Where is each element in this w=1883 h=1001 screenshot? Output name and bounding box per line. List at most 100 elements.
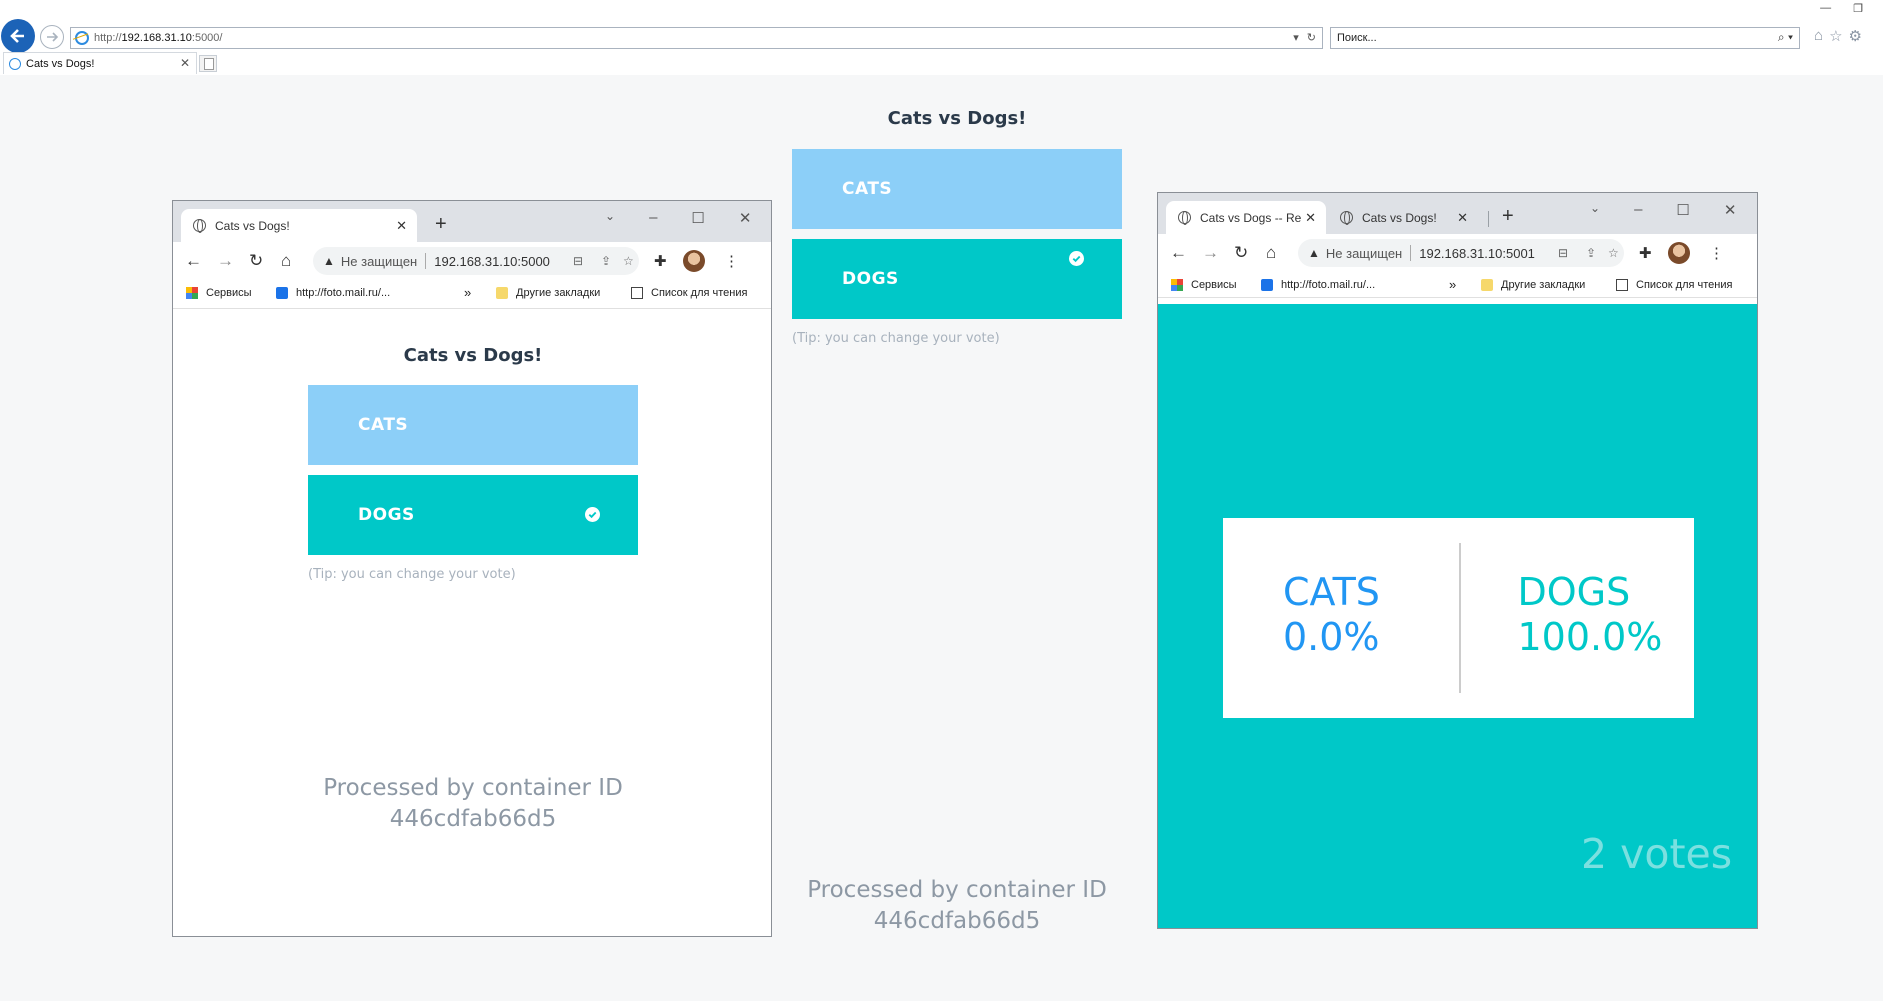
translate-icon[interactable]: ⊟ xyxy=(573,254,583,268)
chrome-tab[interactable]: Cats vs Dogs! ✕ xyxy=(181,209,417,242)
omnibox-url: 192.168.31.10:5000 xyxy=(434,253,550,269)
minimize-icon[interactable]: — xyxy=(1820,2,1831,15)
extensions-puzzle-icon[interactable]: ✚ xyxy=(1639,244,1652,262)
left-browser-screenshot: Cats vs Dogs! ✕ + ⌄ – ☐ ✕ ← → ↻ ⌂ ▲ Не з… xyxy=(172,200,772,937)
tip-text: (Tip: you can change your vote) xyxy=(792,331,1000,346)
avatar[interactable] xyxy=(683,250,705,272)
chrome-tab-title: Cats vs Dogs! xyxy=(215,218,290,233)
forward-button[interactable] xyxy=(40,25,64,49)
menu-kebab-icon[interactable]: ⋮ xyxy=(1709,244,1724,262)
chrome-omnibox[interactable]: ▲ Не защищен 192.168.31.10:5000 ⊟ ⇪ ☆ xyxy=(313,247,639,275)
globe-icon xyxy=(1340,211,1353,225)
result-divider xyxy=(1458,543,1461,693)
close-icon[interactable]: ✕ xyxy=(1305,210,1316,226)
ie-address-bar[interactable]: http://192.168.31.10:5000/ ▾ ↻ xyxy=(70,27,1323,49)
processed-line-1: Processed by container ID xyxy=(323,775,623,801)
bookmark-label: Другие закладки xyxy=(516,287,601,299)
chevron-down-icon[interactable]: ⌄ xyxy=(1590,201,1600,219)
favorites-icon[interactable]: ☆ xyxy=(1829,27,1842,45)
vote-dogs-button[interactable]: DOGS xyxy=(308,475,638,555)
url-host: 192.168.31.10 xyxy=(121,32,192,44)
vote-cats-button[interactable]: CATS xyxy=(308,385,638,465)
not-secure-label: Не защищен xyxy=(1325,245,1403,261)
new-tab-icon[interactable]: + xyxy=(435,213,447,236)
chrome-window-controls: ⌄ – ☐ ✕ xyxy=(1590,201,1736,219)
omnibox-separator xyxy=(1410,245,1412,261)
vote-cats-button[interactable]: CATS xyxy=(792,149,1122,229)
container-id: 446cdfab66d5 xyxy=(873,908,1041,935)
dogs-result-label: DOGS xyxy=(1517,570,1631,614)
omnibox-separator xyxy=(425,253,427,269)
home-icon[interactable]: ⌂ xyxy=(1266,243,1276,263)
bookmarks-more[interactable]: » xyxy=(1449,277,1456,292)
bookmark-reading-list[interactable]: Список для чтения xyxy=(631,287,747,299)
refresh-icon[interactable]: ↻ xyxy=(1307,31,1316,44)
menu-kebab-icon[interactable]: ⋮ xyxy=(724,252,739,270)
cats-result: CATS 0.0% xyxy=(1223,518,1460,718)
reload-icon[interactable]: ↻ xyxy=(1234,243,1248,263)
url-rest: :5000/ xyxy=(191,32,223,44)
back-arrow-icon[interactable]: ← xyxy=(185,251,202,271)
globe-icon xyxy=(193,219,206,233)
dogs-label: DOGS xyxy=(842,269,899,289)
restore-icon[interactable]: ❐ xyxy=(1853,2,1863,15)
cats-result-label: CATS xyxy=(1283,570,1380,614)
translate-icon[interactable]: ⊟ xyxy=(1558,246,1568,260)
bookmark-label: http://foto.mail.ru/... xyxy=(1281,279,1376,291)
page-title: Cats vs Dogs! xyxy=(887,108,1027,129)
bookmark-mail[interactable]: http://foto.mail.ru/... xyxy=(1261,279,1375,291)
forward-arrow-icon[interactable]: → xyxy=(1202,243,1219,263)
new-tab-icon[interactable]: + xyxy=(1502,205,1514,228)
bookmark-other[interactable]: Другие закладки xyxy=(496,287,600,299)
bookmark-reading-list[interactable]: Список для чтения xyxy=(1616,279,1732,291)
bookmark-star-icon[interactable]: ☆ xyxy=(1608,246,1619,260)
check-circle-icon xyxy=(1069,251,1084,266)
home-icon[interactable]: ⌂ xyxy=(281,251,291,271)
vote-dogs-button[interactable]: DOGS xyxy=(792,239,1122,319)
close-window-icon[interactable]: ✕ xyxy=(739,209,752,227)
dropdown-icon[interactable]: ▾ xyxy=(1293,31,1299,44)
search-placeholder: Поиск... xyxy=(1337,32,1377,44)
back-arrow-icon[interactable]: ← xyxy=(1170,243,1187,263)
chevron-down-icon[interactable]: ⌄ xyxy=(605,209,615,227)
forward-arrow-icon xyxy=(47,32,59,42)
bookmark-mail[interactable]: http://foto.mail.ru/... xyxy=(276,287,390,299)
ie-window-chrome: http://192.168.31.10:5000/ ▾ ↻ Поиск... … xyxy=(0,0,1883,75)
bookmark-label: http://foto.mail.ru/... xyxy=(296,287,391,299)
minimize-icon[interactable]: – xyxy=(649,209,657,227)
ie-tab-cats-vs-dogs[interactable]: Cats vs Dogs! ✕ xyxy=(3,52,197,74)
minimize-icon[interactable]: – xyxy=(1634,201,1642,219)
close-icon[interactable]: ✕ xyxy=(1457,210,1468,226)
chrome-tab-vote[interactable]: Cats vs Dogs! ✕ xyxy=(1328,201,1478,234)
forward-arrow-icon[interactable]: → xyxy=(217,251,234,271)
search-icon[interactable]: ⌕ ▾ xyxy=(1778,30,1793,45)
avatar[interactable] xyxy=(1668,242,1690,264)
chrome-window-controls: ⌄ – ☐ ✕ xyxy=(605,209,751,227)
ie-window-controls: — ❐ xyxy=(1820,2,1863,15)
home-icon[interactable]: ⌂ xyxy=(1814,27,1823,45)
close-window-icon[interactable]: ✕ xyxy=(1724,201,1737,219)
left-page-content: Cats vs Dogs! CATS DOGS (Tip: you can ch… xyxy=(173,309,771,936)
back-button[interactable] xyxy=(1,19,35,53)
extensions-puzzle-icon[interactable]: ✚ xyxy=(654,252,667,270)
share-icon[interactable]: ⇪ xyxy=(601,254,611,268)
bookmark-services[interactable]: Сервисы xyxy=(1171,279,1237,291)
chrome-tab-strip: Cats vs Dogs -- Re ✕ Cats vs Dogs! ✕ + ⌄… xyxy=(1158,193,1757,234)
maximize-icon[interactable]: ☐ xyxy=(691,209,704,227)
reload-icon[interactable]: ↻ xyxy=(249,251,263,271)
new-tab-button[interactable] xyxy=(199,55,217,72)
share-icon[interactable]: ⇪ xyxy=(1586,246,1596,260)
chrome-tab-title: Cats vs Dogs! xyxy=(1362,210,1437,225)
bookmark-star-icon[interactable]: ☆ xyxy=(623,254,634,268)
close-icon[interactable]: ✕ xyxy=(396,218,407,234)
chrome-tab-results[interactable]: Cats vs Dogs -- Re ✕ xyxy=(1166,201,1326,234)
bookmarks-more[interactable]: » xyxy=(464,285,471,300)
bookmark-services[interactable]: Сервисы xyxy=(186,287,252,299)
maximize-icon[interactable]: ☐ xyxy=(1676,201,1689,219)
chrome-omnibox[interactable]: ▲ Не защищен 192.168.31.10:5001 ⊟ ⇪ ☆ xyxy=(1298,239,1624,267)
ie-search-box[interactable]: Поиск... ⌕ ▾ xyxy=(1330,27,1800,49)
close-icon[interactable]: ✕ xyxy=(180,56,190,70)
bookmark-other[interactable]: Другие закладки xyxy=(1481,279,1585,291)
gear-icon[interactable]: ⚙ xyxy=(1849,27,1862,45)
ie-toolbar-icons: ⌂ ☆ ⚙ xyxy=(1814,27,1862,45)
